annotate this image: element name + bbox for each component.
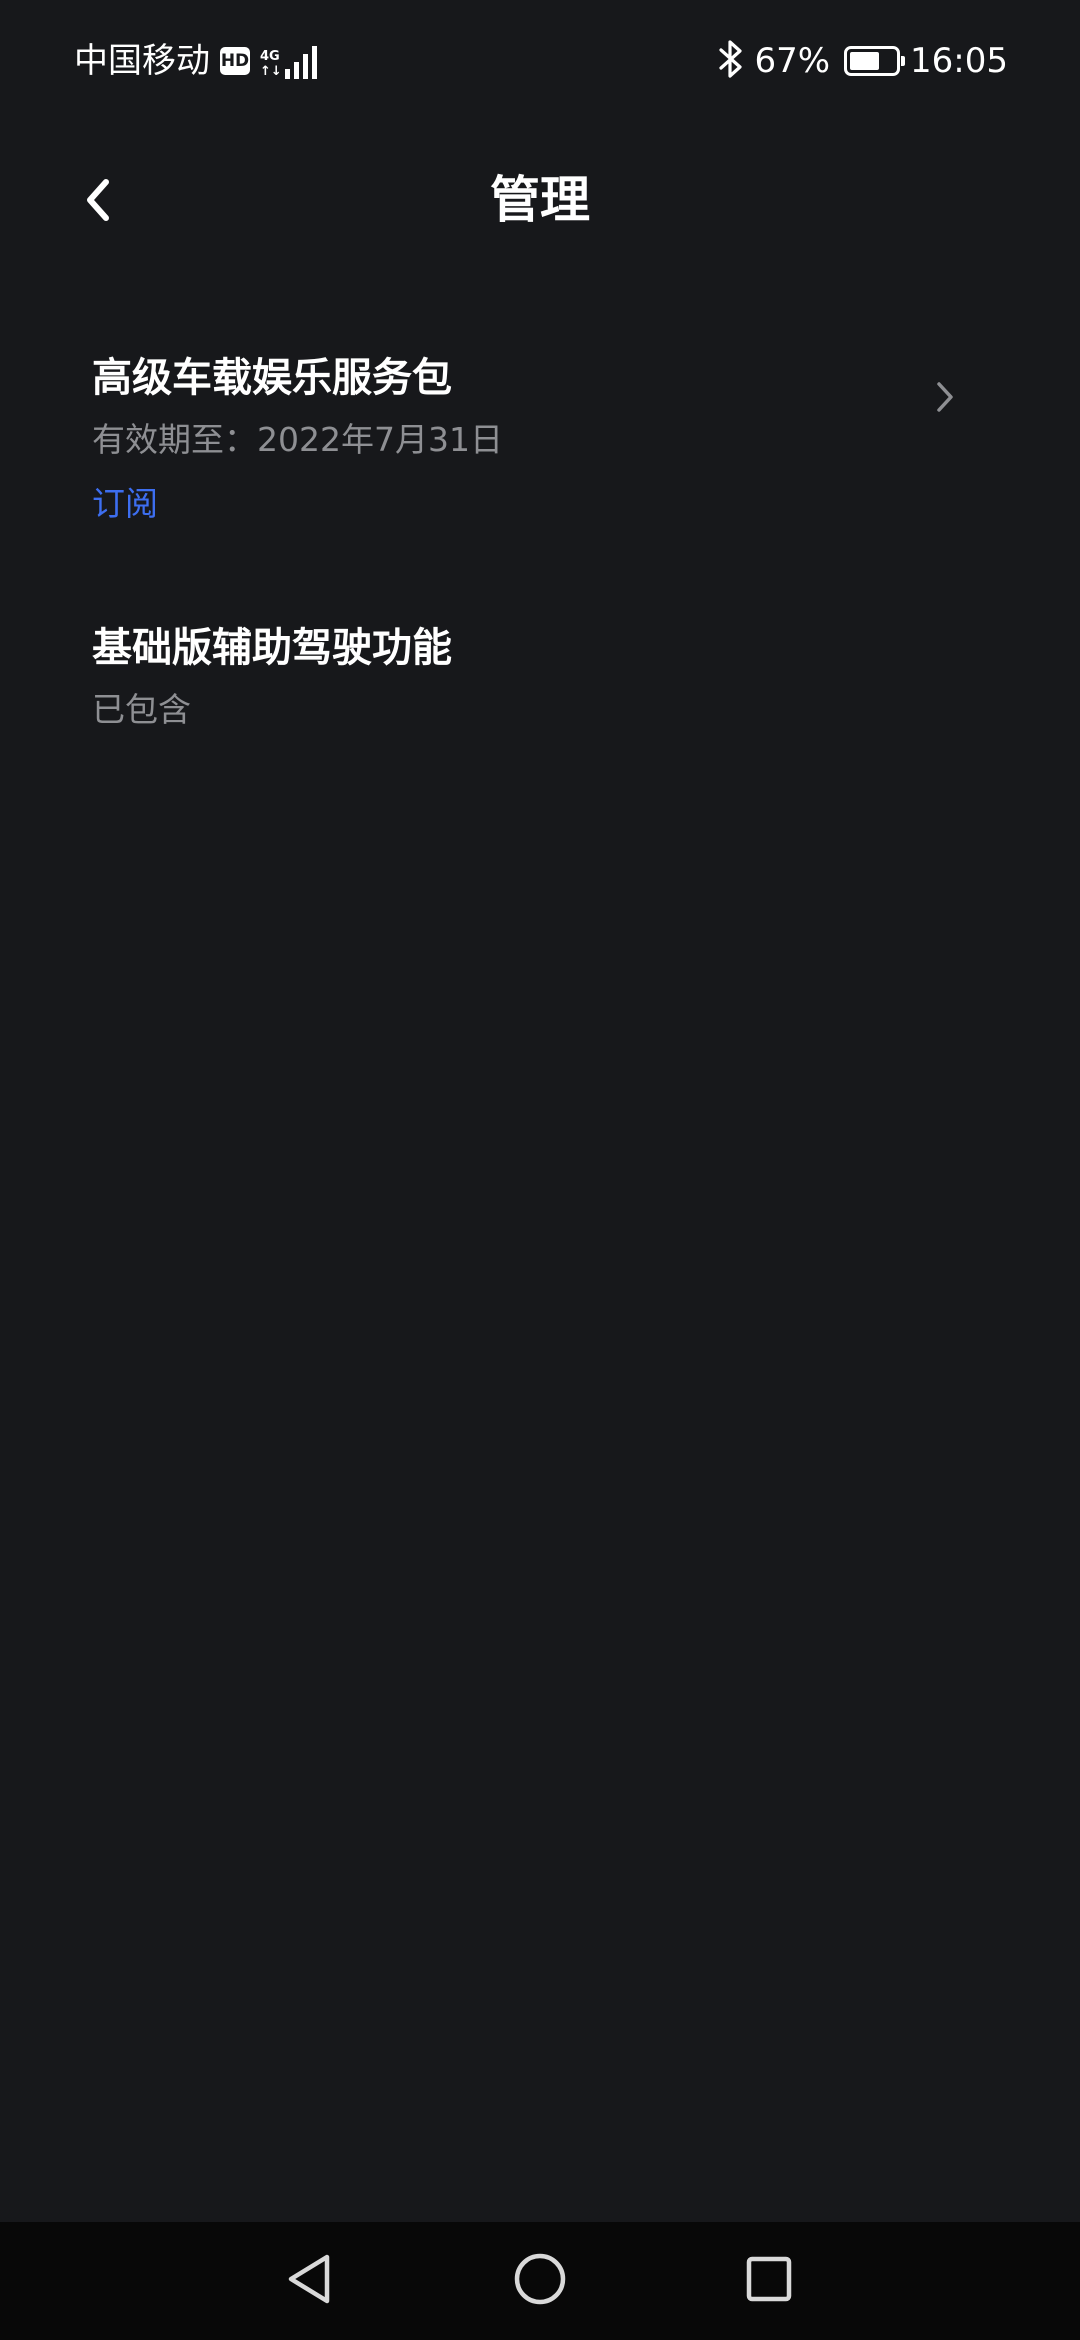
status-left-group: 中国移动 HD 4G ↑↓ <box>74 38 317 84</box>
battery-icon <box>844 46 906 76</box>
network-type-label: 4G <box>260 49 280 64</box>
signal-bar <box>293 62 299 79</box>
battery-fill <box>850 52 880 70</box>
nav-back-triangle-icon <box>281 2249 337 2313</box>
signal-bars <box>284 45 317 79</box>
network-type: 4G ↑↓ <box>260 49 282 79</box>
page-header: 管理 <box>0 140 1080 260</box>
list-item-status: 已包含 <box>92 690 191 729</box>
nav-home-circle-icon <box>512 2251 568 2311</box>
list-item-basic-driving-assist: 基础版辅助驾驶功能 已包含 <box>0 620 1080 820</box>
system-nav-bar <box>0 2222 1080 2340</box>
list-item-expiry: 有效期至：2022年7月31日 <box>92 420 503 459</box>
nav-home-button[interactable] <box>501 2242 579 2320</box>
carrier-name: 中国移动 <box>74 41 210 81</box>
bluetooth-icon <box>718 39 744 83</box>
network-activity-arrows: ↑↓ <box>260 64 282 79</box>
signal-bar <box>302 54 308 79</box>
list-item-title: 基础版辅助驾驶功能 <box>92 625 452 671</box>
list-item-title: 高级车载娱乐服务包 <box>92 355 452 401</box>
clock-time: 16:05 <box>910 41 1008 81</box>
nav-recents-button[interactable] <box>730 2242 808 2320</box>
status-bar: 中国移动 HD 4G ↑↓ 67% 16:05 <box>0 0 1080 120</box>
battery-percent: 67% <box>754 41 831 81</box>
list-item-entertainment-package[interactable]: 高级车载娱乐服务包 有效期至：2022年7月31日 订阅 <box>0 350 1080 580</box>
chevron-right-icon <box>928 374 962 420</box>
signal-bar <box>311 46 317 79</box>
status-right-group: 67% 16:05 <box>718 38 1008 84</box>
page-title: 管理 <box>490 171 590 229</box>
signal-icon: 4G ↑↓ <box>260 43 317 79</box>
subscribe-link[interactable]: 订阅 <box>92 480 158 528</box>
nav-recents-square-icon <box>744 2254 794 2308</box>
nav-back-button[interactable] <box>270 2242 348 2320</box>
hd-badge: HD <box>220 47 250 75</box>
signal-bar <box>284 69 290 79</box>
service-list: 高级车载娱乐服务包 有效期至：2022年7月31日 订阅 基础版辅助驾驶功能 已… <box>0 350 1080 820</box>
